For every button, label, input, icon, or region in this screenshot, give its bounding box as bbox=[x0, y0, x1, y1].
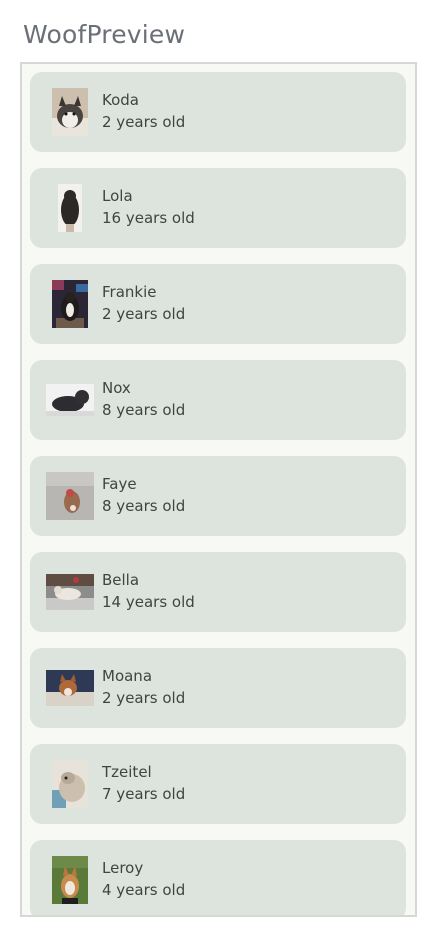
dog-age: 8 years old bbox=[102, 497, 186, 515]
photo-box bbox=[46, 375, 94, 425]
dog-name: Leroy bbox=[102, 859, 144, 877]
dog-age: 2 years old bbox=[102, 689, 186, 707]
dog-name: Tzeitel bbox=[102, 763, 152, 781]
dog-on-rug-photo-icon bbox=[52, 280, 88, 328]
dog-info: Leroy 4 years old bbox=[102, 857, 185, 901]
dog-age: 7 years old bbox=[102, 785, 186, 803]
dog-age: 4 years old bbox=[102, 881, 186, 899]
dog-on-couch-photo-icon bbox=[46, 670, 94, 706]
dog-name: Frankie bbox=[102, 283, 157, 301]
dog-card-lola[interactable]: Lola 16 years old bbox=[30, 168, 406, 248]
dog-card-frankie[interactable]: Frankie 2 years old bbox=[30, 264, 406, 344]
dog-age: 16 years old bbox=[102, 209, 195, 227]
preview-title: WoofPreview bbox=[23, 20, 186, 49]
dog-on-blanket-photo-icon bbox=[46, 574, 94, 610]
dog-name: Faye bbox=[102, 475, 137, 493]
dog-list[interactable]: Koda 2 years old Lola 16 years old Frank… bbox=[30, 72, 406, 915]
corgi-on-grass-photo-icon bbox=[52, 856, 88, 904]
photo-box bbox=[46, 183, 94, 233]
dog-name: Nox bbox=[102, 379, 131, 397]
photo-box bbox=[46, 471, 94, 521]
dog-info: Lola 16 years old bbox=[102, 185, 195, 229]
photo-box bbox=[46, 567, 94, 617]
black-puppy-photo-icon bbox=[46, 384, 94, 416]
dog-card-nox[interactable]: Nox 8 years old bbox=[30, 360, 406, 440]
photo-box bbox=[46, 663, 94, 713]
dog-info: Koda 2 years old bbox=[102, 89, 185, 133]
sleeping-dog-photo-icon bbox=[52, 760, 88, 808]
dog-info: Bella 14 years old bbox=[102, 569, 195, 613]
photo-box bbox=[46, 855, 94, 905]
husky-photo-icon bbox=[52, 88, 88, 136]
dog-age: 2 years old bbox=[102, 113, 186, 131]
small-dog-photo-icon bbox=[46, 472, 94, 520]
dog-age: 14 years old bbox=[102, 593, 195, 611]
dog-age: 2 years old bbox=[102, 305, 186, 323]
dog-info: Frankie 2 years old bbox=[102, 281, 185, 325]
dog-name: Moana bbox=[102, 667, 153, 685]
photo-box bbox=[46, 279, 94, 329]
dog-info: Nox 8 years old bbox=[102, 377, 185, 421]
dog-name: Bella bbox=[102, 571, 140, 589]
dog-info: Tzeitel 7 years old bbox=[102, 761, 185, 805]
dog-card-bella[interactable]: Bella 14 years old bbox=[30, 552, 406, 632]
preview-frame: Koda 2 years old Lola 16 years old Frank… bbox=[20, 62, 417, 917]
dog-info: Moana 2 years old bbox=[102, 665, 185, 709]
dog-card-faye[interactable]: Faye 8 years old bbox=[30, 456, 406, 536]
dog-card-leroy[interactable]: Leroy 4 years old bbox=[30, 840, 406, 915]
dog-card-tzeitel[interactable]: Tzeitel 7 years old bbox=[30, 744, 406, 824]
dog-name: Lola bbox=[102, 187, 133, 205]
dog-card-koda[interactable]: Koda 2 years old bbox=[30, 72, 406, 152]
dog-card-moana[interactable]: Moana 2 years old bbox=[30, 648, 406, 728]
photo-box bbox=[46, 87, 94, 137]
photo-box bbox=[46, 759, 94, 809]
dog-info: Faye 8 years old bbox=[102, 473, 185, 517]
dog-name: Koda bbox=[102, 91, 139, 109]
black-dog-photo-icon bbox=[58, 184, 82, 232]
dog-age: 8 years old bbox=[102, 401, 186, 419]
